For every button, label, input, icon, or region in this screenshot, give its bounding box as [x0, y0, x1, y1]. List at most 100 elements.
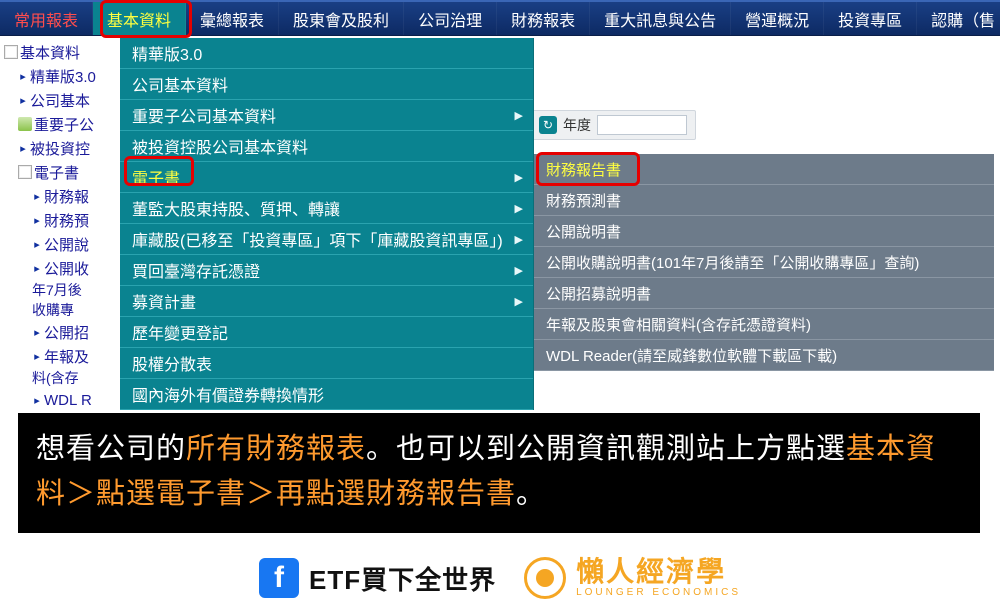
chevron-right-icon: ▶	[515, 233, 523, 246]
lounger-logo-icon	[524, 557, 566, 599]
menu2-item[interactable]: 公開說明書	[534, 216, 994, 247]
tree-label: 基本資料	[20, 42, 80, 63]
nav-item-frequent[interactable]: 常用報表	[0, 2, 93, 35]
lounger-en: LOUNGER ECONOMICS	[576, 588, 741, 598]
menu1-item-ebook[interactable]: 電子書 ▶	[120, 162, 533, 193]
menu1-label: 歷年變更登記	[132, 320, 228, 344]
page-icon	[18, 165, 32, 179]
menu2-item[interactable]: 年報及股東會相關資料(含存託憑證資料)	[534, 309, 994, 340]
menu1-label: 重要子公司基本資料	[132, 103, 276, 127]
footer: f ETF買下全世界 懶人經濟學 LOUNGER ECONOMICS	[0, 548, 1000, 608]
menu1-label: 電子書	[132, 165, 180, 189]
menu1-item[interactable]: 股權分散表	[120, 348, 533, 379]
caption-text: 想看公司的	[36, 433, 186, 465]
arrow-icon: ▸	[32, 262, 42, 275]
arrow-icon: ▸	[32, 238, 42, 251]
etf-brand: ETF買下全世界	[309, 560, 496, 597]
tree-label: WDL R	[44, 392, 92, 409]
top-nav: 常用報表 基本資料 彙總報表 股東會及股利 公司治理 財務報表 重大訊息與公告 …	[0, 0, 1000, 36]
tree-node[interactable]: ▸被投資控	[0, 136, 122, 160]
menu1-label: 董監大股東持股、質押、轉讓	[132, 196, 340, 220]
tree-node[interactable]: ▸WDL R	[0, 388, 122, 412]
nav-item-summary[interactable]: 彙總報表	[186, 2, 279, 35]
menu2-item[interactable]: 公開收購說明書(101年7月後請至「公開收購專區」查詢)	[534, 247, 994, 278]
tree-node[interactable]: ▸公開說	[0, 232, 122, 256]
menu1-item[interactable]: 重要子公司基本資料▶	[120, 100, 533, 131]
menu1-label: 買回臺灣存託憑證	[132, 258, 260, 282]
menu2-label: 公開收購說明書(101年7月後請至「公開收購專區」查詢)	[546, 252, 919, 273]
menu1-item[interactable]: 募資計畫▶	[120, 286, 533, 317]
nav-item-operation[interactable]: 營運概況	[731, 2, 824, 35]
caption-block: 想看公司的所有財務報表。也可以到公開資訊觀測站上方點選基本資料＞點選電子書＞再點…	[18, 413, 980, 533]
menu1-label: 公司基本資料	[132, 72, 228, 96]
nav-item-financial[interactable]: 財務報表	[497, 2, 590, 35]
menu1-item[interactable]: 精華版3.0	[120, 38, 533, 69]
nav-item-investment[interactable]: 投資專區	[824, 2, 917, 35]
tree-node[interactable]: ▸公司基本	[0, 88, 122, 112]
tree-node[interactable]: ▸精華版3.0	[0, 64, 122, 88]
year-input[interactable]	[597, 115, 687, 135]
menu1-item[interactable]: 庫藏股(已移至「投資專區」項下「庫藏股資訊專區」) ▶	[120, 224, 533, 255]
tree-label: 收購專	[32, 300, 74, 320]
tree-node[interactable]: ▸財務報	[0, 184, 122, 208]
tree-node[interactable]: ▸財務預	[0, 208, 122, 232]
tree-label: 財務預	[44, 210, 89, 231]
menu1-item[interactable]: 董監大股東持股、質押、轉讓 ▶	[120, 193, 533, 224]
menu2-label: 財務預測書	[546, 190, 621, 211]
menu2-item[interactable]: 財務預測書	[534, 185, 994, 216]
menu1-item[interactable]: 歷年變更登記	[120, 317, 533, 348]
arrow-icon: ▸	[32, 214, 42, 227]
tree-node[interactable]: ▸年報及	[0, 344, 122, 368]
menu2-label: 財務報告書	[546, 159, 621, 180]
arrow-icon: ▸	[32, 394, 42, 407]
tree-node[interactable]: 電子書	[0, 160, 122, 184]
menu1-item[interactable]: 公司基本資料	[120, 69, 533, 100]
nav-item-governance[interactable]: 公司治理	[404, 2, 497, 35]
tree-label: 重要子公	[34, 114, 94, 135]
year-label: 年度	[563, 115, 591, 135]
tree-label: 料(含存	[32, 368, 79, 388]
menu2-item[interactable]: 公開招募說明書	[534, 278, 994, 309]
menu2-item[interactable]: WDL Reader(請至威鋒數位軟體下載區下載)	[534, 340, 994, 371]
menu2-label: 公開說明書	[546, 221, 621, 242]
page-icon	[4, 45, 18, 59]
dropdown-primary: 精華版3.0 公司基本資料 重要子公司基本資料▶ 被投資控股公司基本資料 電子書…	[120, 38, 534, 410]
nav-item-news[interactable]: 重大訊息與公告	[590, 2, 731, 35]
tree-node[interactable]: ▸公開收	[0, 256, 122, 280]
caption-text: 。也可以到公開資訊觀測站上方點選	[366, 433, 846, 465]
menu1-item[interactable]: 買回臺灣存託憑證 ▶	[120, 255, 533, 286]
menu1-label: 庫藏股(已移至「投資專區」項下「庫藏股資訊專區」)	[132, 227, 503, 251]
menu2-label: 年報及股東會相關資料(含存託憑證資料)	[546, 314, 811, 335]
menu2-label: WDL Reader(請至威鋒數位軟體下載區下載)	[546, 345, 837, 366]
tree-label: 電子書	[34, 162, 79, 183]
chevron-right-icon: ▶	[515, 171, 523, 184]
tree-label: 年報及	[44, 346, 89, 367]
facebook-icon[interactable]: f	[259, 558, 299, 598]
nav-item-warrants[interactable]: 認購（售	[917, 2, 1000, 35]
refresh-icon[interactable]: ↻	[539, 116, 557, 134]
menu1-item[interactable]: 國內海外有價證券轉換情形	[120, 379, 533, 410]
arrow-icon: ▸	[32, 326, 42, 339]
tree-node: 收購專	[0, 300, 122, 320]
nav-item-shareholder[interactable]: 股東會及股利	[279, 2, 404, 35]
tree-label: 財務報	[44, 186, 89, 207]
arrow-icon: ▸	[32, 190, 42, 203]
arrow-icon: ▸	[18, 94, 28, 107]
chevron-right-icon: ▶	[515, 202, 523, 215]
tree-node: 年7月後	[0, 280, 122, 300]
menu2-label: 公開招募說明書	[546, 283, 651, 304]
tree-node[interactable]: 重要子公	[0, 112, 122, 136]
menu1-item[interactable]: 被投資控股公司基本資料	[120, 131, 533, 162]
tree-label: 被投資控	[30, 138, 90, 159]
caption-text: 。	[516, 478, 546, 510]
left-tree: 基本資料 ▸精華版3.0 ▸公司基本 重要子公 ▸被投資控 電子書 ▸財務報 ▸…	[0, 38, 122, 432]
nav-item-basic-info[interactable]: 基本資料	[93, 2, 186, 35]
chevron-right-icon: ▶	[515, 264, 523, 277]
tree-node[interactable]: 基本資料	[0, 40, 122, 64]
tree-node[interactable]: ▸公開招	[0, 320, 122, 344]
menu2-item-financial-report[interactable]: 財務報告書	[534, 154, 994, 185]
tree-label: 精華版3.0	[30, 66, 96, 87]
doc-icon	[18, 117, 32, 131]
chevron-right-icon: ▶	[515, 295, 523, 308]
menu1-label: 國內海外有價證券轉換情形	[132, 382, 324, 406]
